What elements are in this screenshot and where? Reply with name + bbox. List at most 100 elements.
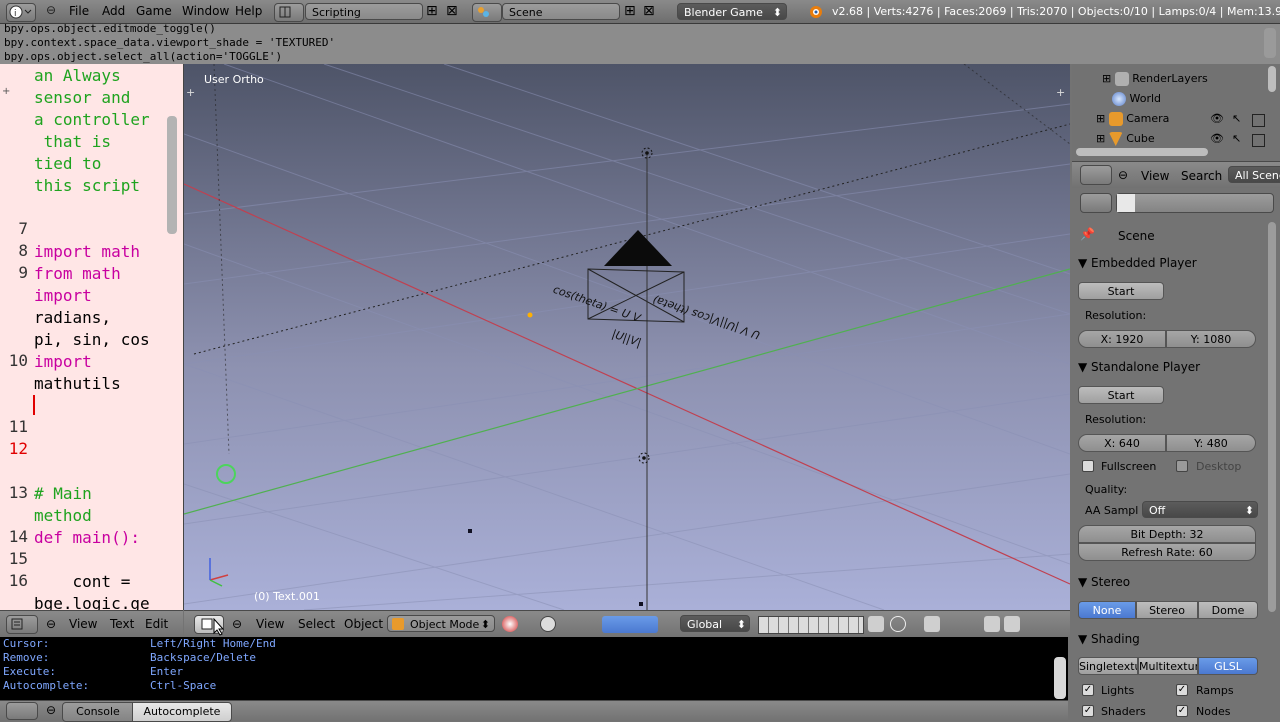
- delete-scene-icon[interactable]: ⊠: [643, 3, 655, 19]
- lights-checkbox[interactable]: ✓: [1082, 684, 1094, 696]
- mode-select[interactable]: Object Mode ⬍: [387, 615, 495, 632]
- ramps-checkbox[interactable]: ✓: [1176, 684, 1188, 696]
- embedded-res-x[interactable]: X: 1920: [1078, 330, 1166, 348]
- code-line[interactable]: pi, sin, cos: [34, 329, 150, 351]
- tab-autocomplete[interactable]: Autocomplete: [132, 702, 232, 722]
- code-line[interactable]: import math: [34, 241, 140, 263]
- console-scrollbar[interactable]: [1054, 657, 1066, 699]
- text-editor-type-icon[interactable]: [6, 615, 38, 634]
- standalone-res-y[interactable]: Y: 480: [1166, 434, 1256, 452]
- info-scrollbar[interactable]: [1264, 28, 1276, 58]
- properties-editor[interactable]: 📌 Scene ▼ Embedded Player Start Resoluti…: [1072, 188, 1280, 720]
- code-line[interactable]: def main():: [34, 527, 140, 549]
- pivot-icon[interactable]: [540, 616, 556, 632]
- bit-depth-field[interactable]: Bit Depth: 32: [1078, 525, 1256, 543]
- plus-corner-icon[interactable]: +: [186, 86, 195, 99]
- console-type-icon[interactable]: [6, 702, 38, 720]
- text-editor[interactable]: an Always sensor and a controller that is t…: [0, 64, 184, 610]
- code-line[interactable]: # Main: [34, 483, 92, 505]
- menu-view[interactable]: View: [256, 617, 284, 631]
- shading-multitexture-button[interactable]: Multitextur: [1138, 657, 1198, 675]
- menu-edit[interactable]: Edit: [145, 617, 168, 631]
- menu-select[interactable]: Select: [298, 617, 335, 631]
- select-arrow-icon[interactable]: ↖: [1232, 132, 1241, 145]
- stereo-dome-button[interactable]: Dome: [1198, 601, 1258, 619]
- scene-tab-icon[interactable]: [1155, 194, 1175, 212]
- expand-icon[interactable]: ⊞: [1096, 112, 1105, 125]
- refresh-rate-field[interactable]: Refresh Rate: 60: [1078, 543, 1256, 561]
- text-object-line2[interactable]: |U||V|: [610, 327, 643, 349]
- menu-text[interactable]: Text: [110, 617, 134, 631]
- manipulator-icon[interactable]: [602, 616, 658, 633]
- engine-select[interactable]: Blender Game ⬍: [677, 3, 787, 20]
- viewport-scene[interactable]: cos(theta) = U V |U||V| U V |U||V|cos (t…: [184, 64, 1070, 610]
- render-visibility-icon[interactable]: [1252, 134, 1265, 147]
- properties-tabs[interactable]: [1116, 193, 1274, 213]
- layer-buttons[interactable]: [758, 616, 864, 634]
- desktop-checkbox[interactable]: [1176, 460, 1188, 472]
- menu-window[interactable]: Window: [182, 4, 229, 18]
- standalone-player-header[interactable]: ▼ Standalone Player: [1078, 360, 1200, 374]
- text-scrollbar[interactable]: [167, 116, 177, 234]
- collapse-icon[interactable]: ⊖: [46, 3, 56, 17]
- code-line[interactable]: bge.logic.ge: [34, 593, 150, 610]
- nodes-checkbox[interactable]: ✓: [1176, 705, 1188, 717]
- delete-screen-icon[interactable]: ⊠: [446, 3, 458, 19]
- object-tab-icon[interactable]: [1195, 194, 1215, 212]
- outliner-item-renderlayers[interactable]: ⊞ RenderLayers: [1102, 72, 1208, 86]
- 3d-viewport[interactable]: cos(theta) = U V |U||V| U V |U||V|cos (t…: [184, 64, 1070, 610]
- collapse-icon[interactable]: ⊖: [46, 703, 56, 717]
- render-tab-icon[interactable]: [1117, 194, 1135, 212]
- code-line[interactable]: tied to: [34, 153, 101, 175]
- python-console[interactable]: Cursor: Left/Right Home/End Remove: Backspa…: [0, 637, 1068, 700]
- render-layers-tab-icon[interactable]: [1135, 194, 1155, 212]
- modifiers-tab-icon[interactable]: [1235, 194, 1255, 212]
- properties-type-icon[interactable]: [1080, 193, 1112, 213]
- code-line[interactable]: from math: [34, 263, 121, 285]
- stereo-stereo-button[interactable]: Stereo: [1136, 601, 1198, 619]
- plus-corner-icon[interactable]: +: [2, 86, 10, 97]
- shading-glsl-button[interactable]: GLSL: [1198, 657, 1258, 675]
- standalone-res-x[interactable]: X: 640: [1078, 434, 1166, 452]
- menu-view[interactable]: View: [1141, 169, 1169, 183]
- add-scene-icon[interactable]: ⊞: [624, 3, 636, 19]
- outliner[interactable]: ⊞ RenderLayers World ⊞ Camera ⊞ Cube 👁 👁…: [1072, 64, 1280, 161]
- constraints-tab-icon[interactable]: [1215, 194, 1235, 212]
- code-line[interactable]: import: [34, 285, 92, 307]
- render-icon[interactable]: [984, 616, 1000, 632]
- code-line[interactable]: a controller: [34, 109, 150, 131]
- shading-singletexture-button[interactable]: Singletextu: [1078, 657, 1138, 675]
- menu-add[interactable]: Add: [102, 4, 125, 18]
- menu-game[interactable]: Game: [136, 4, 172, 18]
- code-line[interactable]: radians,: [34, 307, 111, 329]
- data-tab-icon[interactable]: [1255, 194, 1273, 212]
- shading-header[interactable]: ▼ Shading: [1078, 632, 1140, 646]
- select-arrow-icon[interactable]: ↖: [1232, 112, 1241, 125]
- code-line[interactable]: this script: [34, 175, 140, 197]
- standalone-start-button[interactable]: Start: [1078, 386, 1164, 404]
- snap-icon[interactable]: [924, 616, 940, 632]
- outliner-filter-select[interactable]: All Scene: [1228, 166, 1280, 183]
- embedded-start-button[interactable]: Start: [1078, 282, 1164, 300]
- lock-icon[interactable]: [868, 616, 884, 632]
- transform-orientation-select[interactable]: Global ⬍: [680, 615, 750, 632]
- render-visibility-icon[interactable]: [1252, 114, 1265, 127]
- collapse-icon[interactable]: ⊖: [232, 617, 242, 631]
- outliner-hscroll[interactable]: [1076, 148, 1208, 156]
- shaders-checkbox[interactable]: ✓: [1082, 705, 1094, 717]
- code-line[interactable]: cont =: [34, 571, 131, 593]
- menu-file[interactable]: File: [69, 4, 89, 18]
- scene-field[interactable]: Scene: [502, 3, 620, 20]
- stereo-header[interactable]: ▼ Stereo: [1078, 575, 1130, 589]
- menu-view[interactable]: View: [69, 617, 97, 631]
- text-object-line3[interactable]: U V |U||V|cos (theta): [651, 293, 762, 342]
- screen-layout-field[interactable]: Scripting: [305, 3, 423, 20]
- aa-samples-select[interactable]: Off ⬍: [1142, 501, 1258, 518]
- menu-object[interactable]: Object: [344, 617, 383, 631]
- outliner-item-camera[interactable]: ⊞ Camera: [1096, 112, 1169, 126]
- render-anim-icon[interactable]: [1004, 616, 1020, 632]
- outliner-vscroll[interactable]: [1268, 66, 1276, 92]
- pin-icon[interactable]: 📌: [1080, 227, 1095, 241]
- code-line[interactable]: an Always: [34, 65, 121, 87]
- screen-layout-icon[interactable]: [274, 3, 304, 22]
